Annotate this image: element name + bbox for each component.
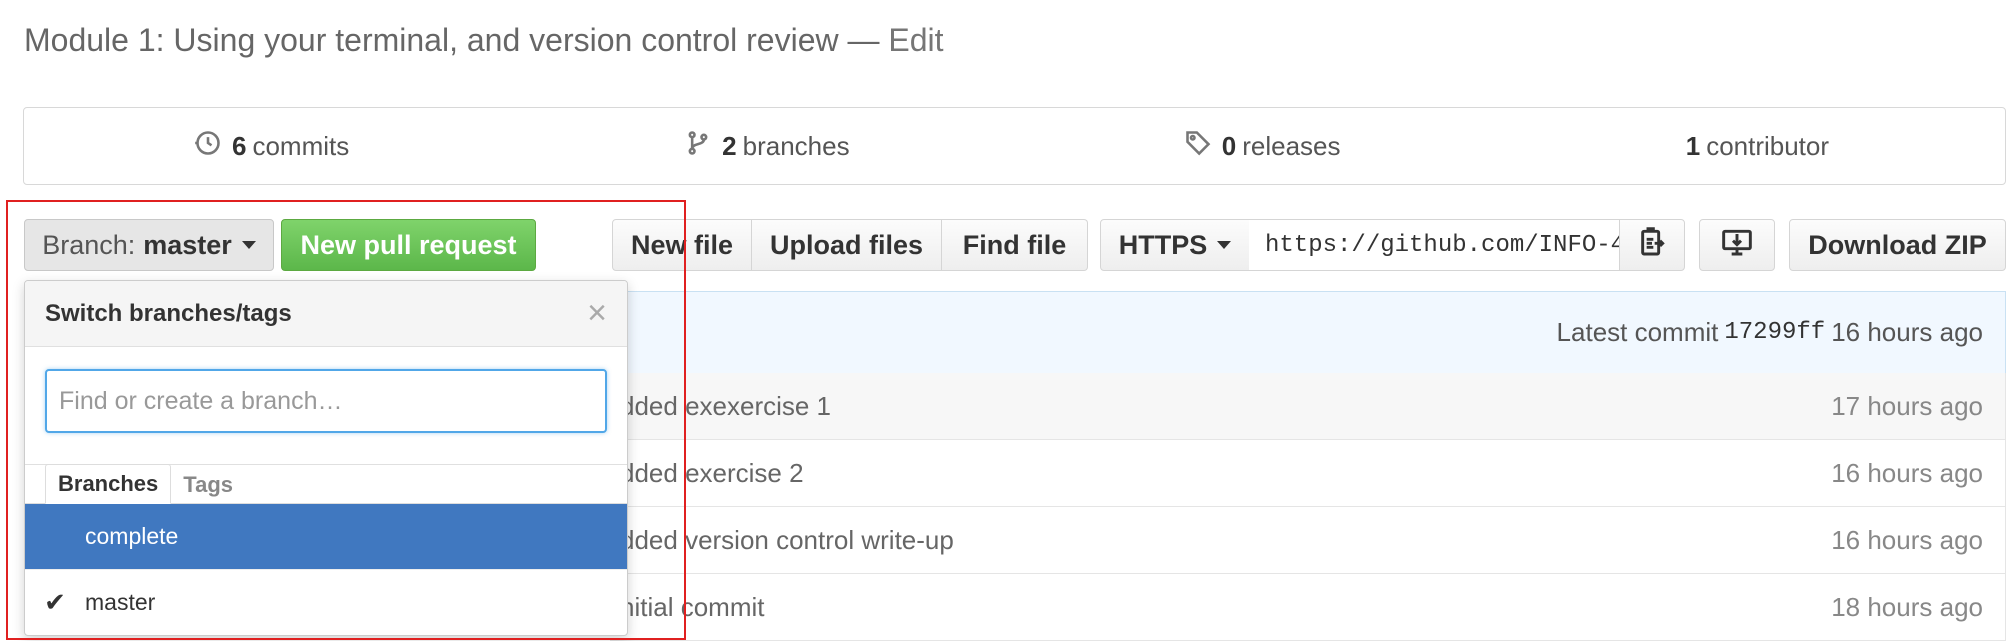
latest-commit-prefix: Latest commit xyxy=(1556,317,1719,347)
copy-url-button[interactable] xyxy=(1619,219,1685,271)
branch-select-button[interactable]: Branch: master xyxy=(24,219,274,271)
caret-down-icon xyxy=(241,241,256,249)
close-icon[interactable]: × xyxy=(587,294,607,333)
repo-description-text: Module 1: Using your terminal, and versi… xyxy=(24,22,839,58)
checkmark-icon: ✔ xyxy=(44,587,66,617)
commit-sha-link[interactable]: 17299ff xyxy=(1724,319,1825,346)
latest-commit-age: 16 hours ago xyxy=(1831,317,1983,347)
protocol-select-button[interactable]: HTTPS xyxy=(1100,219,1250,271)
branches-count: 2 xyxy=(722,130,737,161)
repo-description-separator: — xyxy=(847,22,880,58)
contributors-label: contributor xyxy=(1706,130,1830,161)
clipboard-icon xyxy=(1636,226,1668,265)
releases-link[interactable]: 0 releases xyxy=(1015,129,1510,164)
current-branch-name: master xyxy=(143,229,232,260)
caret-down-icon xyxy=(1217,241,1232,249)
new-pull-request-button[interactable]: New pull request xyxy=(281,219,536,271)
branch-icon xyxy=(684,129,716,164)
releases-count: 0 xyxy=(1221,130,1237,161)
latest-commit-bar: Latest commit 17299ff 16 hours ago xyxy=(610,291,2006,373)
upload-files-button[interactable]: Upload files xyxy=(752,219,942,271)
protocol-label: HTTPS xyxy=(1118,229,1208,260)
edit-description-link[interactable]: Edit xyxy=(888,22,943,58)
branch-item-label: master xyxy=(85,589,156,615)
tab-tags[interactable]: Tags xyxy=(171,466,245,504)
branches-label: branches xyxy=(742,130,850,161)
history-icon xyxy=(194,129,226,164)
branches-link[interactable]: 2 branches xyxy=(519,129,1014,164)
branch-switcher-dropdown: Switch branches/tags × Branches Tags com… xyxy=(24,280,628,636)
new-file-button[interactable]: New file xyxy=(612,219,752,271)
dropdown-filter xyxy=(25,347,627,465)
commit-age: 16 hours ago xyxy=(1831,457,1983,488)
find-file-button[interactable]: Find file xyxy=(942,219,1088,271)
releases-label: releases xyxy=(1242,130,1341,161)
tag-icon xyxy=(1184,129,1216,164)
commit-age: 16 hours ago xyxy=(1831,524,1983,555)
commit-message-link[interactable]: nitial commit xyxy=(610,592,1831,623)
repo-description: Module 1: Using your terminal, and versi… xyxy=(24,22,944,59)
contributors-link[interactable]: 1 contributor xyxy=(1510,131,2005,162)
table-row: dded version control write-up 16 hours a… xyxy=(610,507,2006,574)
branch-item-complete[interactable]: complete xyxy=(25,504,627,570)
branch-item-label: complete xyxy=(85,523,179,549)
commit-message-link[interactable]: dded exexercise 1 xyxy=(610,391,1831,422)
commits-label: commits xyxy=(252,130,350,161)
branch-item-master[interactable]: ✔ master xyxy=(25,570,627,635)
dropdown-tabs: Branches Tags xyxy=(25,464,627,504)
commits-count: 6 xyxy=(232,130,247,161)
download-zip-button[interactable]: Download ZIP xyxy=(1789,219,2006,271)
commits-link[interactable]: 6 commits xyxy=(24,129,519,164)
table-row: dded exexercise 1 17 hours ago xyxy=(610,373,2006,440)
commit-message-link[interactable]: dded version control write-up xyxy=(610,525,1831,556)
open-desktop-button[interactable] xyxy=(1699,219,1775,271)
branch-filter-input[interactable] xyxy=(45,369,607,433)
tab-branches[interactable]: Branches xyxy=(45,464,172,504)
dropdown-header: Switch branches/tags × xyxy=(25,281,627,347)
repo-summary-bar: 6 commits 2 branches 0 releases 1 contri… xyxy=(23,107,2006,185)
branch-prefix: Branch: xyxy=(42,229,136,260)
commit-age: 17 hours ago xyxy=(1831,390,1983,421)
dropdown-title: Switch branches/tags xyxy=(45,299,292,327)
table-row: dded exercise 2 16 hours ago xyxy=(610,440,2006,507)
desktop-download-icon xyxy=(1721,226,1753,265)
commit-age: 18 hours ago xyxy=(1831,591,1983,622)
table-row: nitial commit 18 hours ago xyxy=(610,574,2006,641)
clone-url-input[interactable]: https://github.com/INFO-4 xyxy=(1249,219,1619,271)
commit-message-link[interactable]: dded exercise 2 xyxy=(610,458,1831,489)
contributors-count: 1 xyxy=(1685,130,1701,161)
